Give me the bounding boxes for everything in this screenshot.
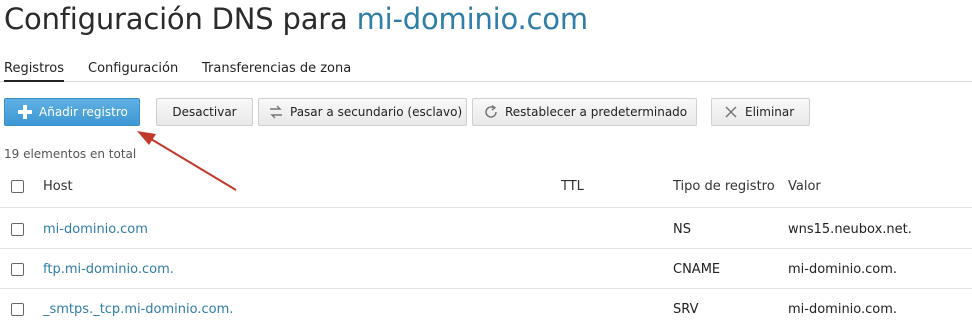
row-checkbox[interactable] — [11, 303, 24, 316]
add-record-button[interactable]: Añadir registro — [4, 98, 140, 126]
column-header-ttl[interactable]: TTL — [561, 179, 584, 194]
tab-configuracion[interactable]: Configuración — [88, 61, 178, 76]
column-header-type[interactable]: Tipo de registro — [673, 179, 775, 194]
column-header-host[interactable]: Host — [43, 179, 73, 194]
tab-bar: Registros Configuración Transferencias d… — [0, 58, 972, 82]
make-secondary-button[interactable]: Pasar a secundario (esclavo) — [258, 98, 467, 126]
record-type: CNAME — [673, 262, 721, 277]
record-type: NS — [673, 222, 691, 237]
record-value: mi-dominio.com. — [788, 302, 898, 317]
add-record-label: Añadir registro — [39, 105, 128, 119]
tab-transferencias-de-zona[interactable]: Transferencias de zona — [202, 61, 351, 76]
record-host-link[interactable]: _smtps._tcp.mi-dominio.com. — [43, 302, 233, 317]
reset-default-label: Restablecer a predeterminado — [505, 105, 688, 119]
page-title-prefix: Configuración DNS para — [4, 2, 357, 36]
column-header-value[interactable]: Valor — [788, 179, 821, 194]
close-icon — [723, 104, 739, 120]
record-host-link[interactable]: ftp.mi-dominio.com. — [43, 262, 174, 277]
tab-registros[interactable]: Registros — [4, 61, 64, 82]
page-title: Configuración DNS para mi-dominio.com — [4, 2, 588, 36]
record-value: wns15.neubox.net. — [788, 222, 912, 237]
reset-default-button[interactable]: Restablecer a predeterminado — [472, 98, 697, 126]
deactivate-button[interactable]: Desactivar — [156, 98, 253, 126]
record-type: SRV — [673, 302, 699, 317]
table-row: ftp.mi-dominio.com. CNAME mi-dominio.com… — [0, 249, 972, 289]
table-row: mi-dominio.com NS wns15.neubox.net. — [0, 209, 972, 249]
make-secondary-label: Pasar a secundario (esclavo) — [290, 105, 463, 119]
row-checkbox[interactable] — [11, 263, 24, 276]
select-all-checkbox[interactable] — [11, 180, 24, 193]
table-header: Host TTL Tipo de registro Valor — [0, 166, 972, 208]
swap-arrows-icon — [268, 104, 284, 120]
row-checkbox[interactable] — [11, 223, 24, 236]
delete-button[interactable]: Eliminar — [711, 98, 810, 126]
record-host-link[interactable]: mi-dominio.com — [43, 222, 148, 237]
record-value: mi-dominio.com. — [788, 262, 898, 277]
item-count: 19 elementos en total — [4, 147, 137, 161]
refresh-icon — [483, 104, 499, 120]
table-row: _smtps._tcp.mi-dominio.com. SRV mi-domin… — [0, 289, 972, 329]
page-title-domain: mi-dominio.com — [356, 2, 588, 36]
deactivate-label: Desactivar — [172, 105, 237, 119]
plus-icon — [17, 104, 33, 120]
delete-label: Eliminar — [745, 105, 795, 119]
